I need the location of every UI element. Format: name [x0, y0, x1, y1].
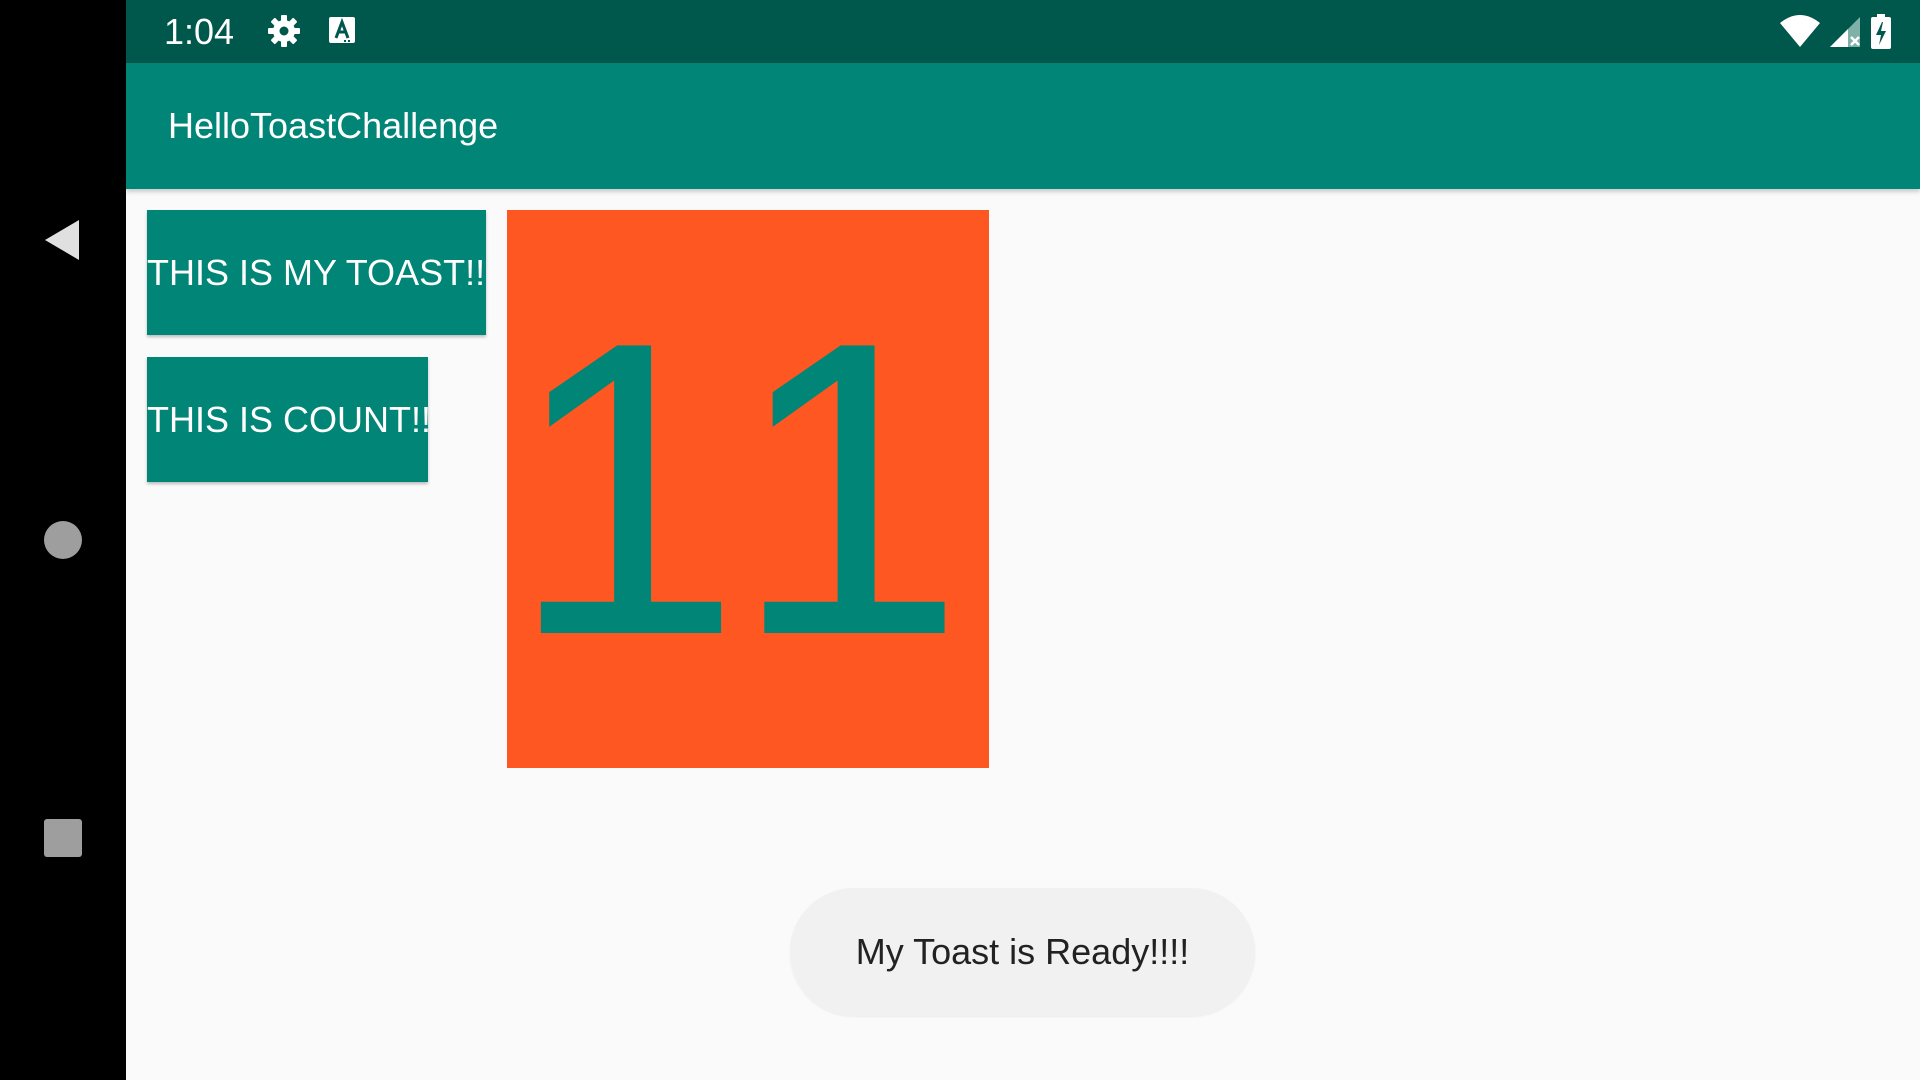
app-title: HelloToastChallenge [168, 105, 499, 146]
recents-icon [44, 819, 82, 857]
back-button[interactable] [0, 200, 126, 280]
status-time: 1:04 [164, 11, 235, 52]
toast-button[interactable]: THIS IS MY TOAST!!! [147, 210, 486, 335]
app-screen: 1:04 HelloToastChallenge THIS IS MY TOAS… [126, 0, 1920, 1080]
battery-charging-icon [1871, 14, 1891, 49]
home-icon [44, 521, 82, 559]
status-bar: 1:04 [126, 0, 1920, 63]
home-button[interactable] [0, 500, 126, 580]
count-display: 11 [507, 210, 989, 768]
status-icons [1780, 12, 1892, 52]
recents-button[interactable] [0, 798, 126, 878]
back-icon [45, 220, 79, 260]
app-bar: HelloToastChallenge [126, 63, 1920, 189]
gear-icon [268, 15, 300, 47]
signal-icon [1830, 17, 1860, 47]
toast-message: My Toast is Ready!!!! [790, 888, 1255, 1016]
count-button[interactable]: THIS IS COUNT!!! [147, 357, 428, 482]
text-a-icon [329, 17, 355, 43]
wifi-icon [1780, 15, 1820, 47]
count-value: 11 [509, 255, 987, 722]
navigation-bar [0, 0, 126, 1080]
